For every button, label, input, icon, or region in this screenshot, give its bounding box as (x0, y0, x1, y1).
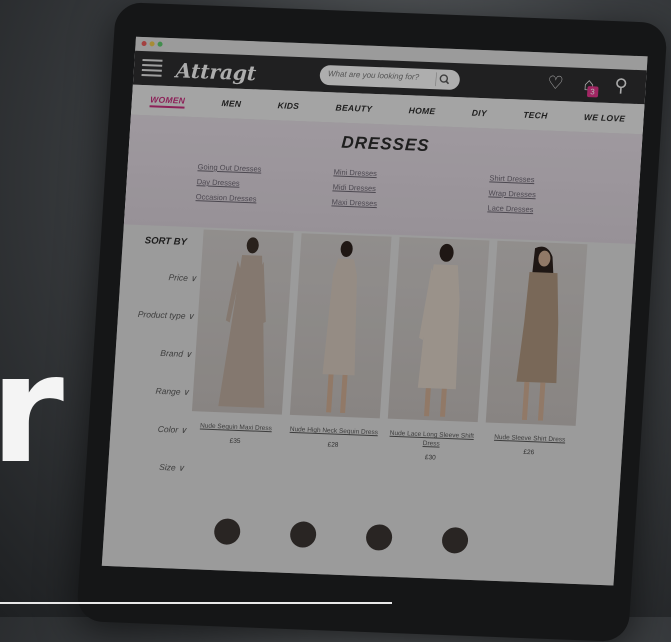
product-grid: Nude Sequin Maxi Dress £35 Nude High Nec… (172, 229, 631, 545)
product-card[interactable]: Nude Lace Long Sleeve Shift Dress £30 (385, 236, 490, 463)
photo-scene: Attragt ♡ ⌂3 ⚲ WOMEN MEN (0, 0, 671, 642)
nav-kids[interactable]: KIDS (277, 100, 299, 111)
product-name[interactable]: Nude Sleeve Shirt Dress (484, 432, 575, 444)
basket-icon[interactable]: ⌂ 3 (583, 74, 599, 98)
nav-diy[interactable]: DIY (471, 108, 487, 119)
product-thumbnail[interactable] (289, 521, 317, 548)
product-image[interactable] (191, 229, 294, 415)
product-name[interactable]: Nude Sequin Maxi Dress (191, 421, 282, 433)
filter-size[interactable]: Size ∨ (108, 460, 185, 474)
heart-icon[interactable]: ♡ (547, 73, 564, 95)
subcategory-link[interactable]: Midi Dresses (332, 179, 378, 196)
close-dot[interactable] (141, 40, 147, 47)
maximize-dot[interactable] (157, 41, 163, 47)
product-price: £30 (424, 454, 436, 462)
nav-beauty[interactable]: BEAUTY (335, 102, 372, 113)
product-price: £35 (229, 437, 241, 446)
window-controls (141, 40, 163, 47)
subcategory-column: Shirt Dresses Wrap Dresses Lace Dresses (487, 170, 537, 217)
product-card[interactable]: Nude High Neck Sequin Dress £28 (288, 233, 392, 450)
search-input[interactable] (327, 69, 433, 83)
product-image[interactable] (485, 240, 588, 426)
product-image[interactable] (387, 236, 490, 423)
cart-count-badge: 3 (586, 86, 599, 98)
subcategory-column: Going Out Dresses Day Dresses Occasion D… (195, 159, 262, 206)
site-logo[interactable]: Attragt (175, 58, 257, 85)
product-card[interactable]: Nude Sleeve Shirt Dress £26 (484, 240, 588, 458)
nav-men[interactable]: MEN (221, 98, 241, 109)
nav-women[interactable]: WOMEN (149, 93, 186, 109)
nav-we-love[interactable]: WE LOVE (584, 112, 626, 124)
menu-icon[interactable] (141, 58, 163, 78)
search-icon[interactable] (435, 72, 450, 87)
filter-price[interactable]: Price ∨ (120, 270, 197, 284)
product-name[interactable]: Nude High Neck Sequin Dress (289, 425, 380, 437)
tablet-screen: Attragt ♡ ⌂3 ⚲ WOMEN MEN (101, 36, 648, 586)
product-price: £26 (523, 448, 535, 457)
overlay-letter: r (0, 323, 64, 497)
product-name[interactable]: Nude Lace Long Sleeve Shift Dress (386, 429, 477, 450)
subcategory-link[interactable]: Mini Dresses (333, 164, 379, 181)
subcategory-link[interactable]: Maxi Dresses (331, 194, 377, 211)
overlay-underline (0, 602, 392, 604)
minimize-dot[interactable] (149, 41, 155, 47)
filter-range[interactable]: Range ∨ (113, 384, 189, 398)
page-title: DRESSES (340, 132, 431, 156)
location-pin-icon[interactable]: ⚲ (614, 75, 628, 96)
subcategory-column: Mini Dresses Midi Dresses Maxi Dresses (331, 164, 379, 211)
subcategory-link[interactable]: Lace Dresses (487, 200, 535, 217)
tablet-device: Attragt ♡ ⌂3 ⚲ WOMEN MEN (76, 1, 668, 642)
product-thumbnail[interactable] (441, 526, 469, 554)
product-image[interactable] (289, 233, 392, 419)
filter-brand[interactable]: Brand ∨ (115, 346, 192, 360)
header-actions: ♡ ⌂ 3 ⚲ (547, 73, 628, 98)
nav-tech[interactable]: TECH (523, 110, 548, 121)
product-thumbnail[interactable] (213, 518, 242, 546)
product-thumbnail[interactable] (365, 523, 393, 551)
search-bar[interactable] (319, 64, 461, 91)
nav-home[interactable]: HOME (408, 105, 435, 116)
filter-product-type[interactable]: Product type ∨ (118, 308, 194, 322)
product-card[interactable]: Nude Sequin Maxi Dress £35 (190, 229, 294, 446)
filter-color[interactable]: Color ∨ (110, 422, 187, 436)
subcategory-link[interactable]: Occasion Dresses (195, 189, 260, 206)
product-price: £28 (327, 441, 339, 449)
category-banner: DRESSES Going Out Dresses Day Dresses Oc… (123, 114, 643, 245)
